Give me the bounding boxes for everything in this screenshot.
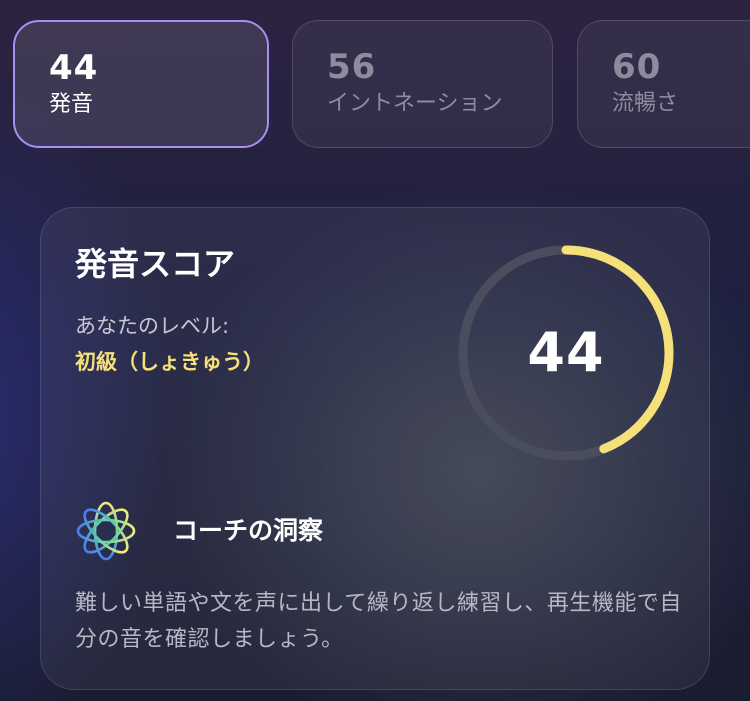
tab-fluency[interactable]: 60 流暢さ xyxy=(577,20,750,148)
tab-score: 44 xyxy=(49,48,99,88)
card-title: 発音スコア xyxy=(75,245,236,283)
score-ring: 44 xyxy=(451,238,681,468)
level-prefix: あなたのレベル: xyxy=(75,314,230,338)
tab-label: 流暢さ xyxy=(612,91,679,116)
coach-insight-title: コーチの洞察 xyxy=(173,516,324,545)
level-text: あなたのレベル: 初級（しょきゅう） xyxy=(75,308,415,380)
score-tabs: 44 発音 56 イントネーション 60 流暢さ xyxy=(0,0,750,170)
coach-insight-text: 難しい単語や文を声に出して繰り返し練習し、再生機能で自分の音を確認しましょう。 xyxy=(75,591,682,652)
tab-label: 発音 xyxy=(49,92,94,117)
tab-score: 56 xyxy=(327,47,377,87)
level-value: 初級（しょきゅう） xyxy=(75,350,264,374)
tab-intonation[interactable]: 56 イントネーション xyxy=(292,20,553,148)
tab-pronunciation[interactable]: 44 発音 xyxy=(13,20,269,148)
sparkle-flower-icon xyxy=(73,498,139,564)
tab-label: イントネーション xyxy=(327,91,503,116)
tab-score: 60 xyxy=(612,47,662,87)
pronunciation-score-card: 発音スコア あなたのレベル: 初級（しょきゅう） 44 コーチの洞察 難しい単語… xyxy=(40,207,710,690)
score-value: 44 xyxy=(527,321,605,384)
